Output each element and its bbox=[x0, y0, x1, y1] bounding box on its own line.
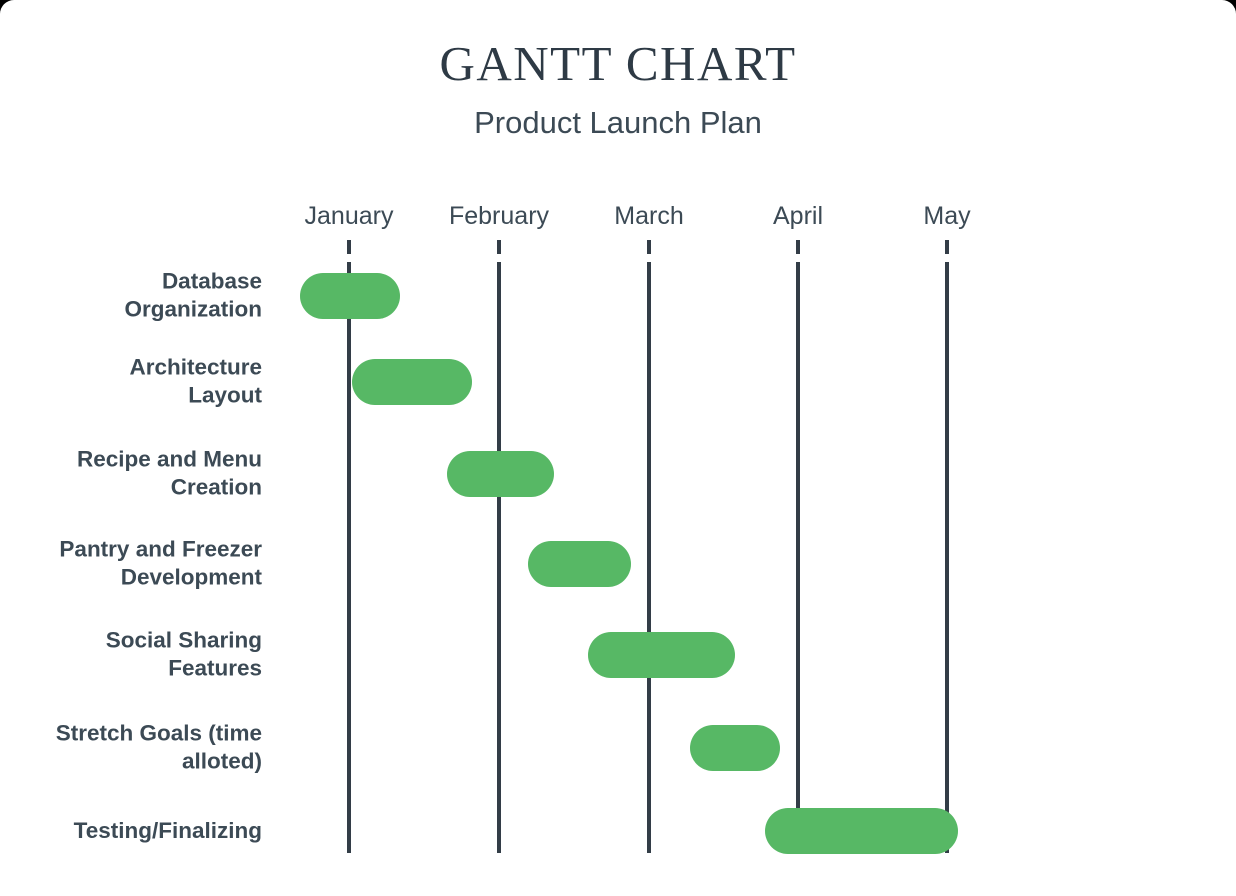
task-label: Social Sharing Features bbox=[105, 627, 262, 681]
gantt-bar[interactable] bbox=[352, 359, 472, 405]
month-label-may: May bbox=[923, 202, 971, 230]
gantt-bar[interactable] bbox=[690, 725, 780, 771]
task-label: Database Organization bbox=[124, 268, 262, 322]
gantt-bar[interactable] bbox=[588, 632, 735, 678]
gantt-bar[interactable] bbox=[765, 808, 958, 854]
gridline-january bbox=[347, 262, 351, 853]
month-label-march: March bbox=[614, 202, 684, 230]
task-label: Recipe and Menu Creation bbox=[76, 446, 262, 500]
gridline-march bbox=[647, 262, 651, 853]
gridline-may bbox=[945, 262, 949, 853]
gridline-april bbox=[796, 262, 800, 853]
gridline-tick-april bbox=[796, 240, 800, 254]
month-label-february: February bbox=[448, 202, 550, 230]
task-label: Architecture Layout bbox=[129, 354, 262, 408]
gridline-tick-march bbox=[647, 240, 651, 254]
task-label: Pantry and Freezer Development bbox=[59, 536, 262, 590]
gantt-bar[interactable] bbox=[447, 451, 554, 497]
task-label: Stretch Goals (time alloted) bbox=[55, 720, 262, 774]
task-label: Testing/Finalizing bbox=[73, 817, 262, 843]
gridline-tick-january bbox=[347, 240, 351, 254]
month-label-april: April bbox=[772, 202, 824, 230]
month-label-january: January bbox=[304, 202, 394, 230]
gridline-tick-may bbox=[945, 240, 949, 254]
gridline-tick-february bbox=[497, 240, 501, 254]
gantt-bar[interactable] bbox=[300, 273, 400, 319]
gridline-february bbox=[497, 262, 501, 853]
plot-area: January February March April May Database Or… bbox=[0, 0, 1236, 896]
gantt-chart-canvas: GANTT CHART Product Launch Plan January F… bbox=[0, 0, 1236, 896]
gantt-bar[interactable] bbox=[528, 541, 631, 587]
